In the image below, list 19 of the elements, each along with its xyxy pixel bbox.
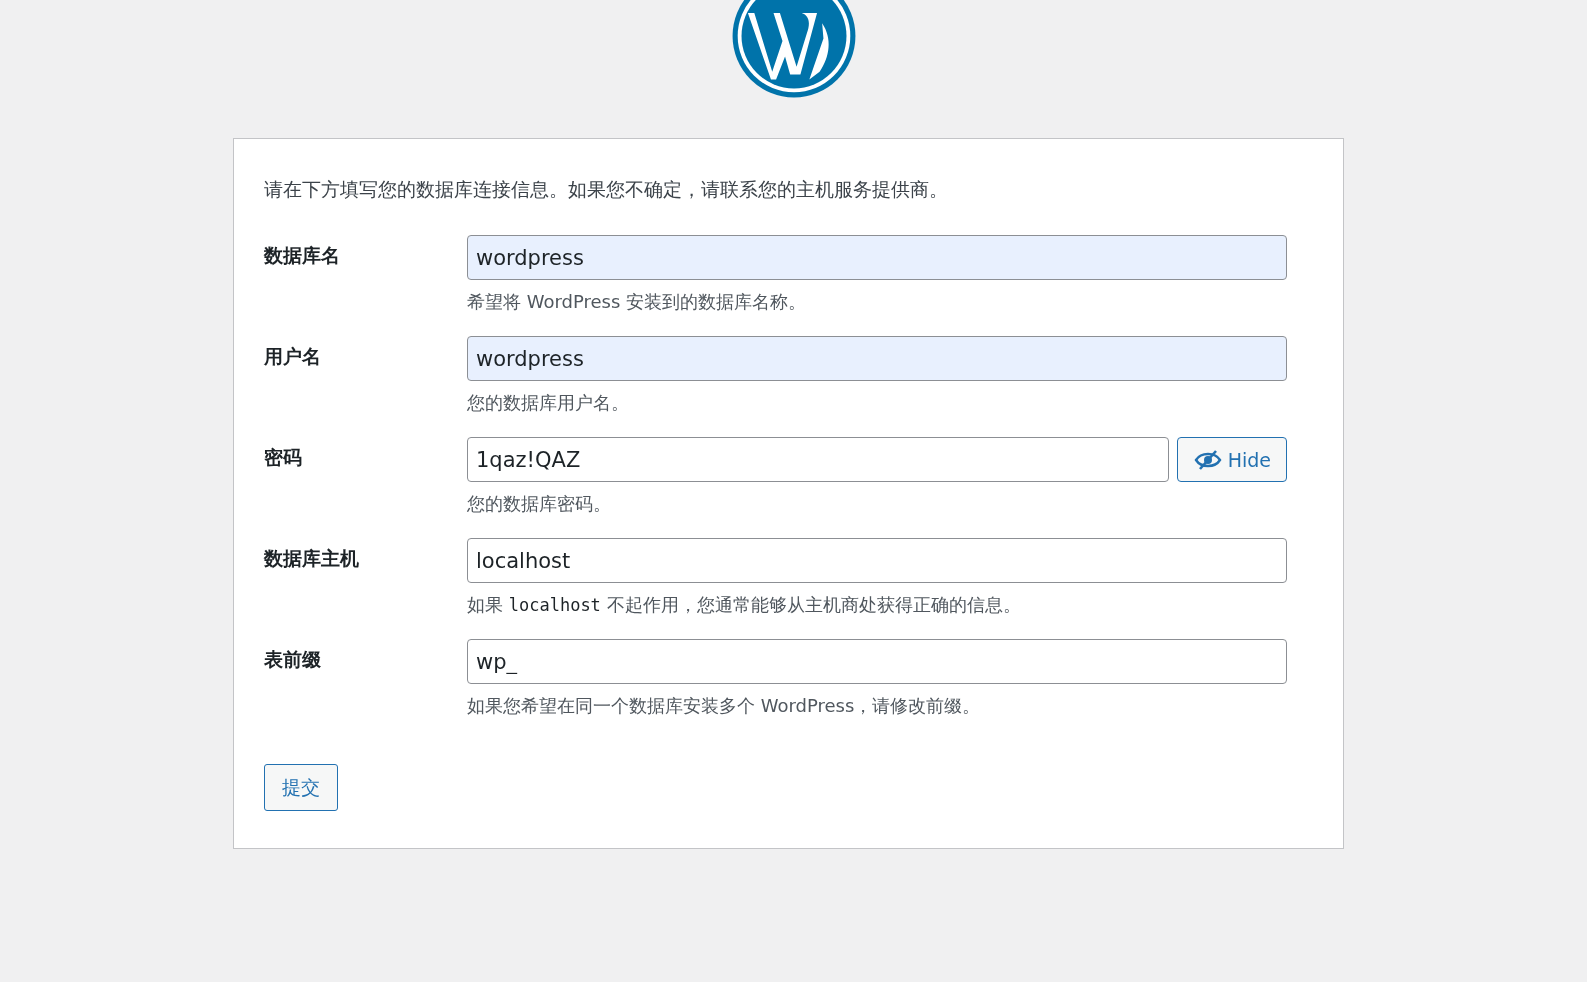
field-description: 如果 localhost 不起作用，您通常能够从主机商处获得正确的信息。 [467,593,1022,617]
text-field[interactable]: wp_ [467,639,1287,684]
field-description: 如果您希望在同一个数据库安装多个 WordPress，请修改前缀。 [467,694,982,718]
submit-button[interactable]: 提交 [264,764,338,811]
text-field[interactable]: wordpress [467,336,1287,381]
text-field[interactable]: wordpress [467,235,1287,280]
intro-text: 请在下方填写您的数据库连接信息。如果您不确定，请联系您的主机服务提供商。 [264,177,949,202]
text-field[interactable]: localhost [467,538,1287,583]
field-label: 密码 [264,445,303,470]
field-description: 您的数据库用户名。 [467,391,630,415]
field-description: 希望将 WordPress 安装到的数据库名称。 [467,290,808,314]
field-label: 数据库名 [264,243,341,268]
eye-slash-icon [1193,448,1222,471]
field-description: 您的数据库密码。 [467,492,612,516]
field-label: 用户名 [264,344,322,369]
field-label: 数据库主机 [264,546,360,571]
field-label: 表前缀 [264,647,322,672]
text-field[interactable]: 1qaz!QAZ [467,437,1169,482]
hide-password-button[interactable]: Hide [1176,437,1287,482]
